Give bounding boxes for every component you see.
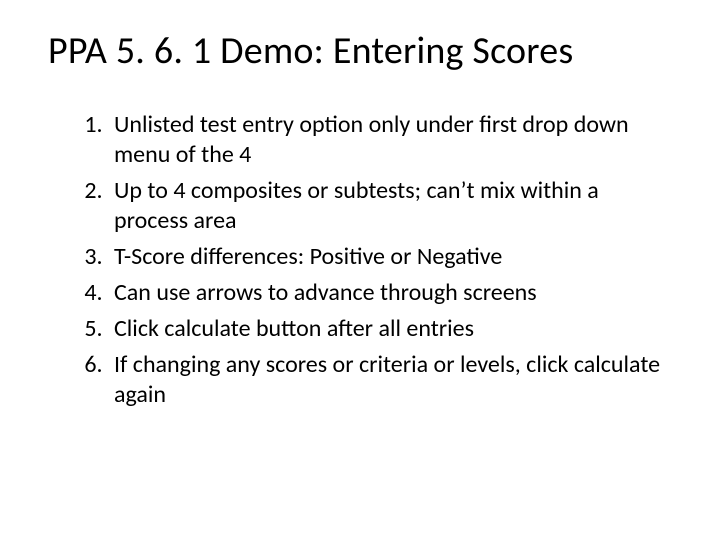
list-item: Click calculate button after all entries: [108, 314, 672, 344]
list-item: Unlisted test entry option only under fi…: [108, 110, 672, 170]
list-item: T-Score differences: Positive or Negativ…: [108, 242, 672, 272]
list-item: If changing any scores or criteria or le…: [108, 350, 672, 410]
slide: PPA 5. 6. 1 Demo: Entering Scores Unlist…: [0, 0, 720, 540]
slide-title: PPA 5. 6. 1 Demo: Entering Scores: [48, 30, 672, 74]
points-list: Unlisted test entry option only under fi…: [48, 110, 672, 410]
list-item: Can use arrows to advance through screen…: [108, 278, 672, 308]
list-item: Up to 4 composites or subtests; can’t mi…: [108, 176, 672, 236]
